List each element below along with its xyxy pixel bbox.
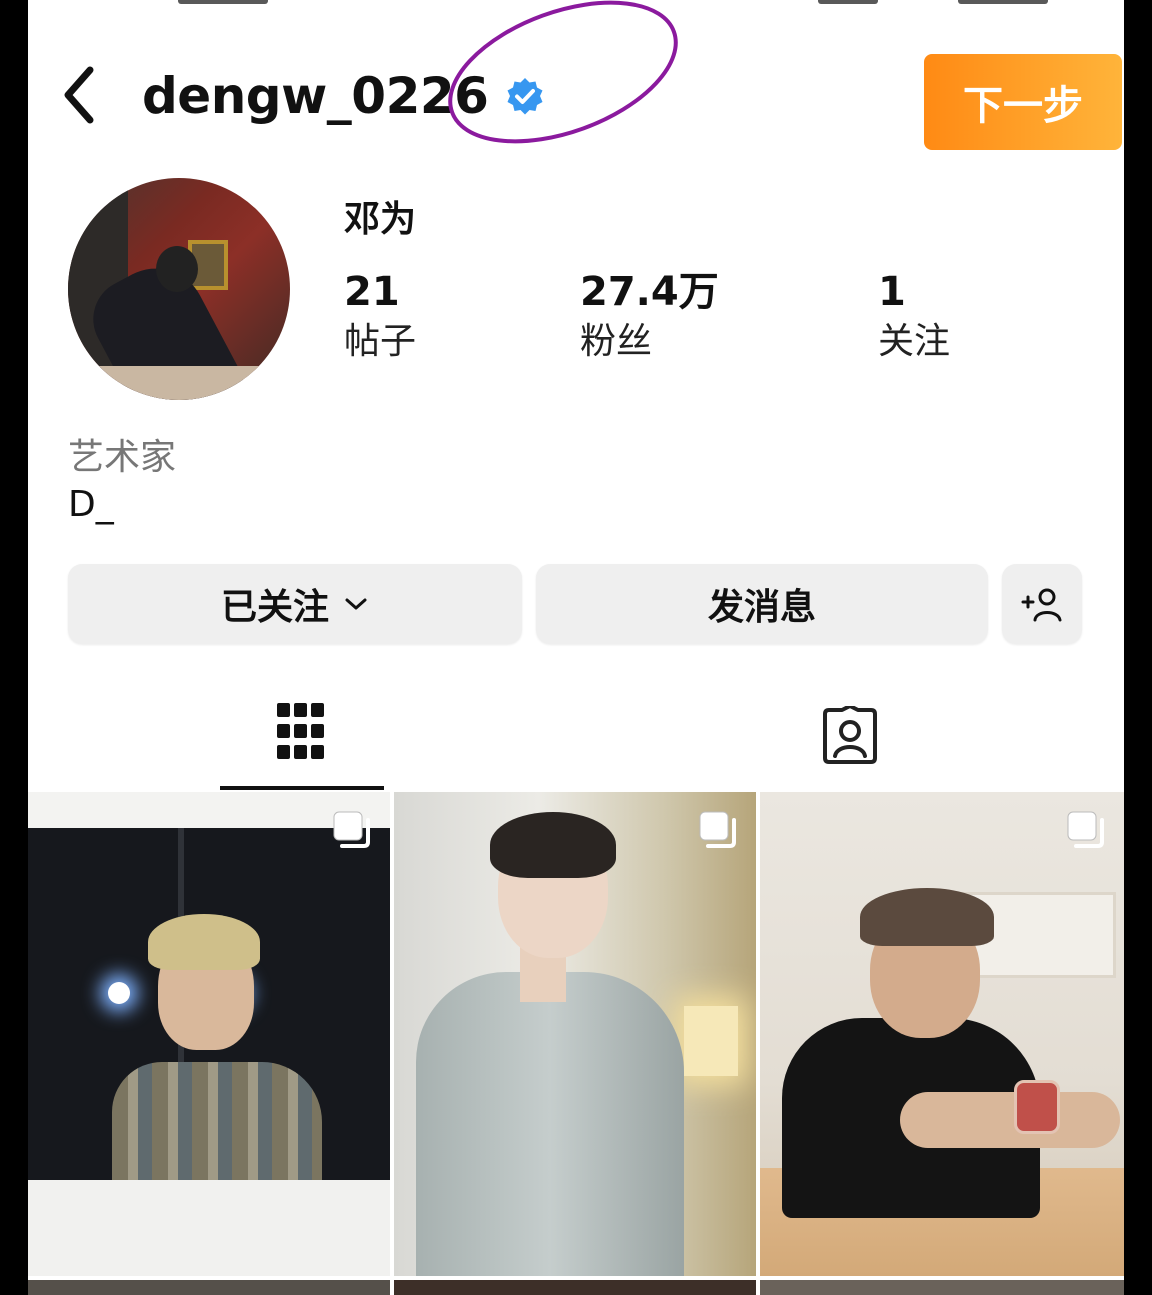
stat-posts-value: 21 xyxy=(344,269,400,315)
post-thumbnail[interactable] xyxy=(28,792,390,1276)
stat-posts[interactable]: 21 帖子 xyxy=(344,268,416,366)
tab-tagged[interactable] xyxy=(788,680,912,790)
following-button[interactable]: 已关注 xyxy=(68,564,522,644)
status-bar-time xyxy=(178,0,268,4)
next-step-button[interactable]: 下一步 xyxy=(924,54,1122,150)
stat-following[interactable]: 1 关注 xyxy=(878,268,950,366)
message-button-label: 发消息 xyxy=(707,587,816,628)
stat-following-label: 关注 xyxy=(878,321,951,362)
verified-badge-icon xyxy=(507,78,543,115)
multiple-posts-icon xyxy=(333,811,370,848)
avatar-photo-head xyxy=(156,246,198,292)
stat-followers[interactable]: 27.4万 粉丝 xyxy=(580,268,719,366)
post-photo-hair xyxy=(148,914,260,970)
multiple-posts-icon xyxy=(699,811,736,848)
status-bar-signal xyxy=(818,0,878,4)
message-button[interactable]: 发消息 xyxy=(536,564,988,644)
bio-text: D_ xyxy=(68,484,114,525)
following-button-label: 已关注 xyxy=(220,587,329,628)
post-thumbnail[interactable] xyxy=(394,792,756,1276)
status-bar-battery xyxy=(958,0,1048,4)
post-photo-floor xyxy=(28,1180,390,1276)
multiple-posts-icon xyxy=(1067,811,1104,848)
post-photo-cap xyxy=(860,888,994,946)
post-photo-watch xyxy=(1014,1080,1060,1134)
post-photo-light xyxy=(108,982,130,1004)
grid-icon xyxy=(277,703,324,759)
add-person-button[interactable] xyxy=(1002,564,1082,644)
post-photo-lamp xyxy=(684,1006,738,1076)
post-photo-hair xyxy=(490,812,616,878)
stat-followers-label: 粉丝 xyxy=(580,321,653,362)
tagged-person-icon xyxy=(823,706,877,764)
post-thumbnail[interactable] xyxy=(760,792,1124,1276)
username: dengw_0226 xyxy=(142,67,489,125)
stat-followers-value: 27.4万 xyxy=(580,269,719,315)
post-photo-shirt xyxy=(112,1062,322,1192)
bio-category: 艺术家 xyxy=(68,437,177,478)
active-tab-indicator xyxy=(220,786,384,790)
back-button[interactable] xyxy=(54,60,110,130)
tab-posts-grid[interactable] xyxy=(220,680,384,790)
post-thumbnail-partial[interactable] xyxy=(760,1280,1124,1295)
display-name: 邓为 xyxy=(344,199,417,240)
post-thumbnail-partial[interactable] xyxy=(394,1280,756,1295)
chevron-left-icon xyxy=(64,66,94,124)
avatar[interactable] xyxy=(68,178,290,400)
add-person-icon xyxy=(1021,588,1062,622)
post-thumbnail-partial[interactable] xyxy=(28,1280,390,1295)
profile-screen: dengw_0226 下一步 邓为 21 帖子 27.4万 粉丝 1 关注 艺术… xyxy=(28,0,1124,1295)
post-photo-suit xyxy=(416,972,684,1276)
stat-following-value: 1 xyxy=(878,269,906,315)
chevron-down-icon xyxy=(345,598,367,610)
post-photo-arm xyxy=(900,1092,1120,1148)
stat-posts-label: 帖子 xyxy=(344,321,417,362)
avatar-photo-floor xyxy=(68,366,290,400)
